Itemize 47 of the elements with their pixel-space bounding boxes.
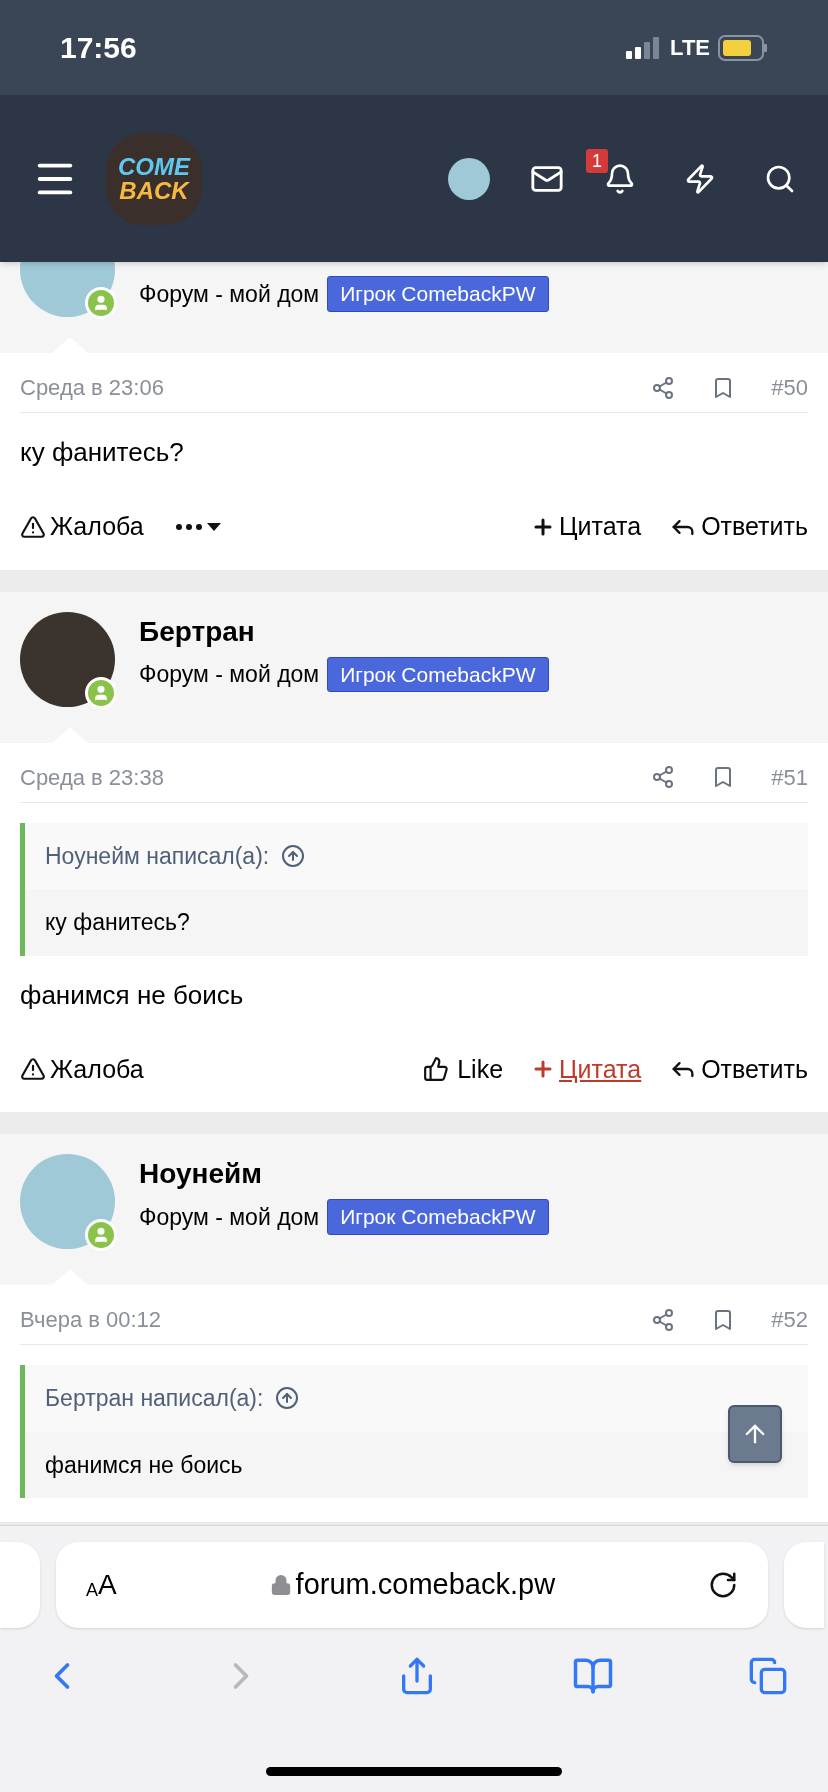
user-title: Форум - мой дом [139, 660, 320, 689]
quote-source[interactable]: Бертран написал(а): [45, 1381, 264, 1416]
battery-icon [718, 34, 768, 61]
user-title: Форум - мой дом [139, 279, 320, 309]
post-message: фанимся не боись [20, 978, 245, 1012]
report-button[interactable]: Жалоба [20, 508, 144, 546]
arrow-up-circle-icon[interactable] [281, 843, 306, 868]
quote-button[interactable]: Цитата [531, 1050, 642, 1088]
like-button[interactable]: Like [423, 1050, 504, 1088]
warning-icon [20, 513, 46, 540]
reply-button[interactable]: Ответить [669, 1050, 808, 1088]
text-size-button[interactable]: AA [86, 1571, 117, 1599]
reply-button[interactable]: Ответить [669, 508, 808, 546]
author-name[interactable]: Ноунейм [139, 1156, 549, 1191]
user-avatar-placeholder[interactable] [448, 157, 490, 200]
report-button[interactable]: Жалоба [20, 1050, 144, 1088]
site-logo[interactable]: COME BACK [106, 132, 202, 225]
user-banner: Игрок ComebackPW [327, 276, 549, 312]
thumbs-up-icon [423, 1056, 450, 1083]
post-message: ку фанитесь? [20, 436, 185, 469]
status-time: 17:56 [60, 30, 137, 66]
more-menu-button[interactable] [175, 521, 222, 532]
url-text[interactable]: forum.comeback.pw [295, 1563, 556, 1607]
scroll-to-top-button[interactable] [728, 1405, 782, 1463]
warning-icon [20, 1056, 46, 1083]
quote-text: ку фанитесь? [45, 909, 190, 935]
author-name[interactable]: Бертран [139, 613, 549, 649]
address-bar[interactable]: AA forum.comeback.pw [56, 1542, 768, 1628]
share-icon[interactable] [651, 1307, 676, 1332]
bell-icon[interactable] [604, 162, 636, 195]
user-banner: Игрок ComebackPW [327, 1199, 549, 1235]
lightning-icon[interactable] [684, 162, 716, 195]
share-icon[interactable] [651, 765, 676, 789]
user-banner: Игрок ComebackPW [327, 656, 549, 692]
network-label: LTE [670, 34, 710, 62]
lock-icon [269, 1574, 292, 1596]
quote-text: фанимся не боись [45, 1451, 243, 1478]
ellipsis-icon [175, 523, 202, 530]
user-title: Форум - мой дом [139, 1202, 320, 1232]
share-icon[interactable] [651, 375, 676, 400]
tabs-icon[interactable] [748, 1656, 788, 1696]
quote-button[interactable]: Цитата [531, 508, 642, 546]
arrow-up-circle-icon[interactable] [275, 1386, 300, 1411]
caret-icon [205, 521, 222, 532]
reload-icon[interactable] [708, 1570, 738, 1600]
notification-count: 1 [586, 148, 608, 173]
quote-source[interactable]: Ноунейм написал(а): [45, 838, 270, 873]
